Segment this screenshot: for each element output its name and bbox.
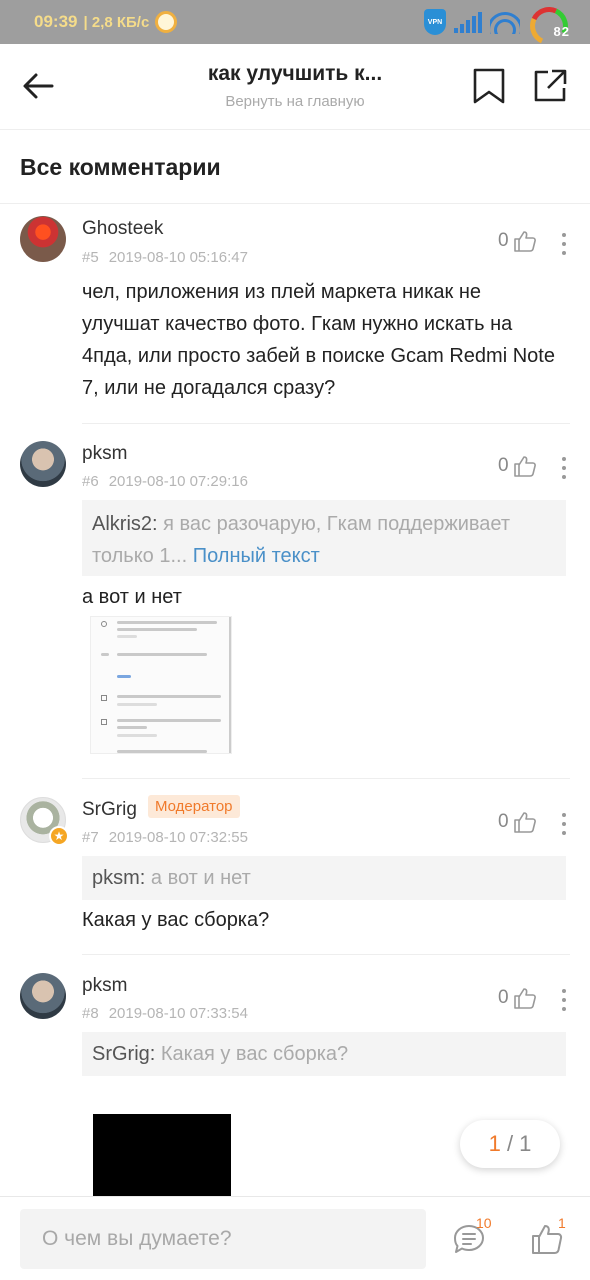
comment-item: ★ SrGrig Модератор #7 2019-08-10 07:32:55… — [0, 780, 590, 956]
quoted-reply: pksm: а вот и нет — [82, 856, 566, 900]
vpn-icon: VPN — [424, 9, 446, 35]
comment-number: #5 — [82, 249, 99, 266]
comment-author[interactable]: pksm — [82, 975, 127, 997]
like-count: 0 — [498, 811, 509, 832]
comment-divider — [82, 778, 570, 779]
battery-level: 82 — [553, 24, 570, 39]
attached-image[interactable] — [93, 1114, 231, 1196]
status-network-speed: | 2,8 КБ/с — [83, 13, 150, 31]
battery-icon: 82 — [524, 1, 574, 51]
like-button[interactable]: 0 — [498, 810, 537, 834]
like-button[interactable]: 0 — [498, 986, 537, 1010]
quote-author[interactable]: SrGrig: — [92, 1043, 155, 1065]
quote-text: Какая у вас сборка? — [155, 1043, 349, 1065]
like-count: 0 — [498, 987, 509, 1008]
current-page: 1 — [488, 1131, 501, 1156]
avatar[interactable] — [20, 216, 66, 262]
comment-count-badge: 10 — [476, 1215, 492, 1231]
bookmark-icon[interactable] — [472, 68, 506, 104]
thumbs-up-icon — [513, 456, 536, 477]
comment-text: чел, приложения из плей маркета никак не… — [82, 281, 555, 399]
back-arrow-icon[interactable] — [22, 70, 54, 102]
thumbs-up-icon — [513, 812, 536, 833]
bottom-bar: 10 1 — [0, 1196, 590, 1280]
full-text-link[interactable]: Полный текст — [193, 545, 320, 567]
signal-icon — [454, 11, 482, 33]
avatar[interactable] — [20, 973, 66, 1019]
status-bar: 09:39 | 2,8 КБ/с VPN 82 — [0, 0, 590, 51]
top-app-bar: как улучшить к... Вернуть на главную — [0, 44, 590, 130]
comment-author[interactable]: Ghosteek — [82, 218, 163, 240]
comment-author[interactable]: pksm — [82, 443, 127, 465]
like-button[interactable]: 0 — [498, 454, 537, 478]
page-indicator[interactable]: 1 / 1 — [460, 1120, 560, 1168]
comment-item: pksm #8 2019-08-10 07:33:54 0 SrGrig: Как… — [0, 956, 590, 1116]
comment-number: #7 — [82, 829, 99, 846]
page-separator: / — [500, 1131, 520, 1156]
moderator-badge: Модератор — [148, 795, 240, 818]
quote-author[interactable]: pksm: — [92, 867, 145, 889]
avatar[interactable] — [20, 441, 66, 487]
more-options-icon[interactable] — [556, 811, 572, 837]
back-to-home-link[interactable]: Вернуть на главную — [130, 93, 460, 110]
comment-datetime: 2019-08-10 07:33:54 — [108, 1005, 248, 1022]
thumbs-up-icon — [513, 231, 536, 252]
quoted-reply: Alkris2: я вас разочарую, Гкам поддержив… — [82, 500, 566, 576]
status-time: 09:39 — [34, 12, 78, 31]
share-icon[interactable] — [532, 68, 568, 104]
comment-datetime: 2019-08-10 07:29:16 — [108, 473, 248, 490]
quote-text: а вот и нет — [145, 867, 251, 889]
comment-number: #8 — [82, 1005, 99, 1022]
comment-input[interactable] — [20, 1209, 426, 1269]
comment-meta: #8 2019-08-10 07:33:54 — [82, 1005, 248, 1022]
quoted-reply: SrGrig: Какая у вас сборка? — [82, 1032, 566, 1076]
wifi-icon — [490, 10, 520, 34]
comment-datetime: 2019-08-10 05:16:47 — [108, 249, 248, 266]
attached-image[interactable] — [90, 616, 232, 754]
all-comments-heading: Все комментарии — [0, 130, 590, 204]
like-count-badge: 1 — [558, 1215, 566, 1231]
alarm-icon — [155, 11, 178, 33]
like-button[interactable]: 0 — [498, 229, 537, 253]
quote-author[interactable]: Alkris2: — [92, 513, 158, 535]
comment-text: а вот и нет — [82, 586, 182, 608]
comment-divider — [82, 954, 570, 955]
more-options-icon[interactable] — [556, 455, 572, 481]
thumbs-up-icon — [513, 988, 536, 1009]
comment-datetime: 2019-08-10 07:32:55 — [108, 829, 248, 846]
comment-number: #6 — [82, 473, 99, 490]
moderator-star-icon: ★ — [49, 826, 69, 846]
more-options-icon[interactable] — [556, 987, 572, 1013]
comment-meta: #7 2019-08-10 07:32:55 — [82, 829, 248, 846]
comment-author[interactable]: SrGrig — [82, 799, 137, 821]
more-options-icon[interactable] — [556, 231, 572, 257]
comment-meta: #5 2019-08-10 05:16:47 — [82, 249, 248, 266]
comment-item: Ghosteek #5 2019-08-10 05:16:47 0 чел, пр… — [0, 204, 590, 424]
like-count: 0 — [498, 455, 509, 476]
total-pages: 1 — [519, 1131, 532, 1156]
page-title: как улучшить к... — [207, 62, 383, 85]
comment-text: Какая у вас сборка? — [82, 909, 270, 931]
comment-meta: #6 2019-08-10 07:29:16 — [82, 473, 248, 490]
header-title-block: как улучшить к... Вернуть на главную — [130, 62, 460, 110]
comment-item: pksm #6 2019-08-10 07:29:16 0 Alkris2: я … — [0, 424, 590, 780]
like-count: 0 — [498, 230, 509, 251]
